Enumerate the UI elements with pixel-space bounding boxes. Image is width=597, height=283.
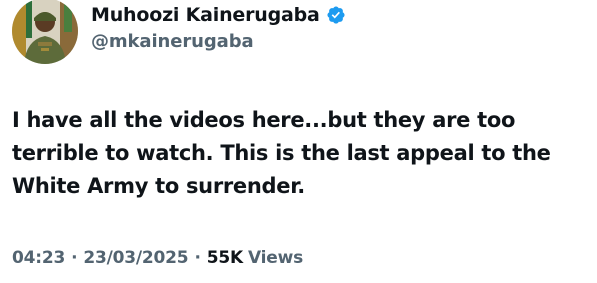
- author-handle[interactable]: @mkainerugaba: [91, 31, 346, 52]
- verified-badge-icon[interactable]: [326, 5, 346, 25]
- author-avatar[interactable]: [12, 0, 78, 64]
- tweet-metadata: 04:23 · 23/03/2025 · 55K Views: [12, 248, 303, 268]
- tweet-time[interactable]: 04:23: [12, 248, 65, 268]
- tweet-header: Muhoozi Kainerugaba @mkainerugaba: [12, 0, 346, 70]
- meta-separator: ·: [71, 248, 78, 268]
- avatar-image: [12, 0, 78, 64]
- author-identity: Muhoozi Kainerugaba @mkainerugaba: [91, 2, 346, 52]
- author-display-name[interactable]: Muhoozi Kainerugaba: [91, 4, 320, 26]
- meta-separator: ·: [194, 248, 201, 268]
- views-label: Views: [247, 248, 303, 268]
- views-count[interactable]: 55K: [207, 248, 243, 268]
- tweet-body-text: I have all the videos here...but they ar…: [12, 108, 551, 198]
- tweet-date[interactable]: 23/03/2025: [83, 248, 188, 268]
- name-row: Muhoozi Kainerugaba: [91, 2, 346, 28]
- tweet-card: Muhoozi Kainerugaba @mkainerugaba I have…: [0, 0, 597, 283]
